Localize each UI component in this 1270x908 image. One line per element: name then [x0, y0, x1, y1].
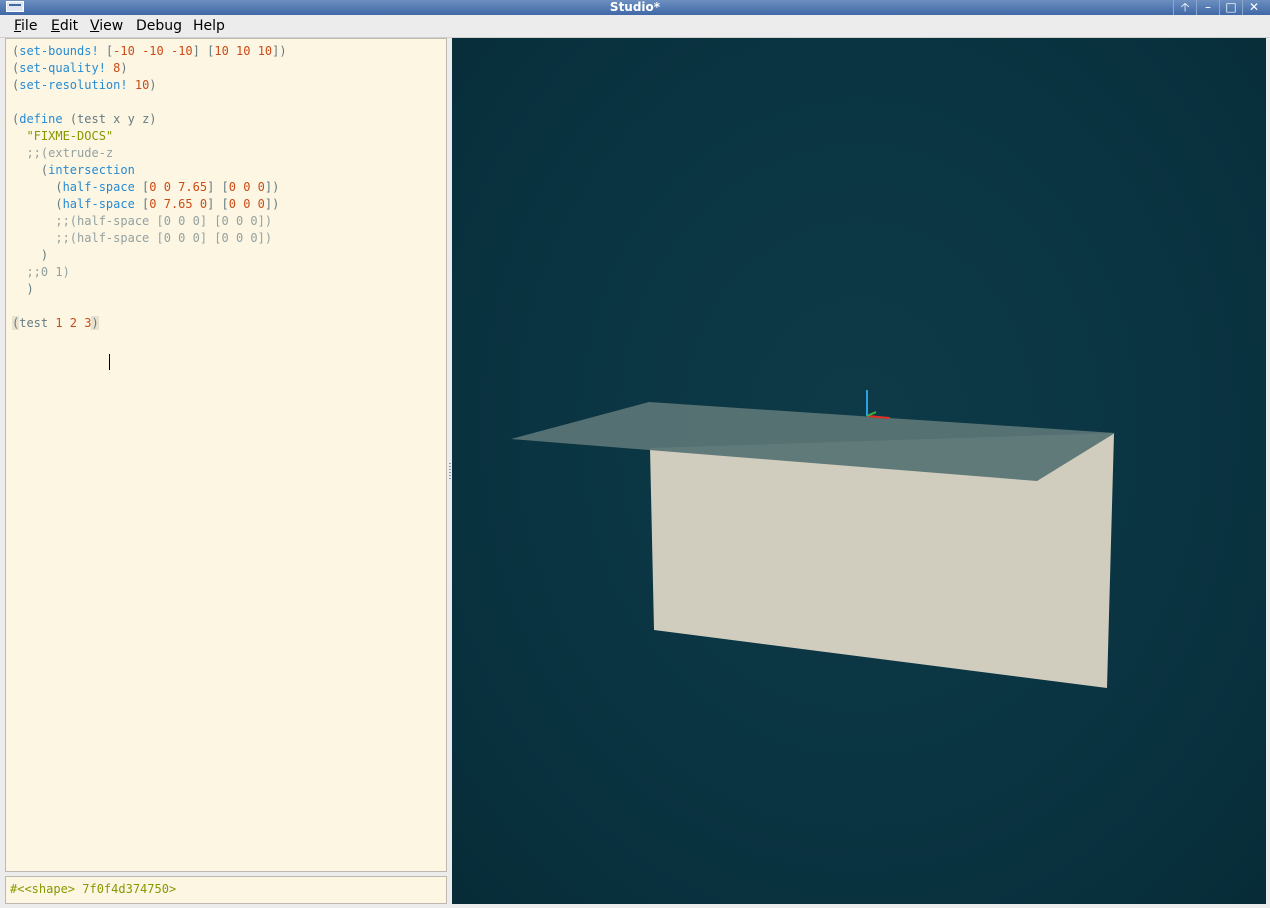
menu-file[interactable]: File: [14, 18, 37, 34]
title-bar: Studio* 🡡 – □ ✕: [0, 0, 1270, 15]
code-line: ;;(extrude-z: [12, 145, 113, 162]
code-line: (set-quality! 8): [12, 60, 128, 77]
code-token: ;;(extrude-z: [26, 146, 114, 160]
code-token: half-space: [62, 180, 135, 194]
code-token: (: [12, 163, 49, 177]
code-token: ]): [264, 180, 280, 194]
code-token: 0 7.65 0: [149, 197, 208, 211]
code-token: 10: [134, 78, 150, 92]
code-line: ): [12, 281, 34, 298]
code-line: (set-bounds! [-10 -10 -10] [10 10 10]): [12, 43, 287, 60]
axes-gizmo: [866, 390, 891, 419]
code-token: ): [149, 78, 157, 92]
code-token: [: [98, 44, 114, 58]
code-token: half-space: [62, 197, 135, 211]
code-token: ): [12, 248, 49, 262]
code-line: ;;(half-space [0 0 0] [0 0 0]): [12, 213, 272, 230]
keep-above-button[interactable]: 🡡: [1173, 0, 1196, 15]
code-token: ] [: [207, 180, 229, 194]
code-token: ;;(half-space [0 0 0] [0 0 0]): [55, 214, 273, 228]
code-token: intersection: [48, 163, 135, 177]
code-token: 0 0 0: [228, 180, 265, 194]
code-token: ]): [264, 197, 280, 211]
menu-edit[interactable]: Edit: [51, 18, 78, 34]
code-line: (half-space [0 7.65 0] [0 0 0]): [12, 196, 279, 213]
text-cursor: [109, 354, 110, 370]
result-output: #<<shape> 7f0f4d374750>: [5, 876, 447, 904]
code-token: (: [12, 180, 63, 194]
code-token: ;;(half-space [0 0 0] [0 0 0]): [55, 231, 273, 245]
code-token: [: [134, 180, 150, 194]
code-token: ]): [272, 44, 287, 58]
close-button[interactable]: ✕: [1242, 0, 1265, 15]
code-token: set-bounds!: [19, 44, 99, 58]
code-token: ] [: [207, 197, 229, 211]
code-line: (half-space [0 0 7.65] [0 0 0]): [12, 179, 279, 196]
code-token: define: [19, 112, 63, 126]
code-token: 1 2 3: [55, 316, 92, 330]
code-token: ;;0 1): [26, 265, 70, 279]
minimize-button[interactable]: –: [1196, 0, 1219, 15]
window-title: Studio*: [609, 0, 661, 14]
menu-help[interactable]: Help: [193, 18, 225, 34]
code-token: set-quality!: [19, 61, 106, 75]
code-line: (set-resolution! 10): [12, 77, 157, 94]
code-token: -10 -10 -10: [113, 44, 193, 58]
code-token: "FIXME-DOCS": [26, 129, 114, 143]
maximize-button[interactable]: □: [1219, 0, 1242, 15]
code-line: (test 1 2 3): [12, 315, 99, 332]
menu-bar: File Edit View Debug Help: [0, 15, 1270, 38]
code-token: set-resolution!: [19, 78, 128, 92]
code-token: test: [19, 316, 56, 330]
code-token: [: [134, 197, 150, 211]
code-token: 0 0 0: [228, 197, 265, 211]
menu-view[interactable]: View: [90, 18, 123, 34]
3d-viewport[interactable]: [452, 38, 1266, 904]
code-line: ): [12, 247, 48, 264]
code-token: (: [12, 197, 63, 211]
code-token: 0 0 7.65: [149, 180, 208, 194]
menu-debug[interactable]: Debug: [136, 18, 182, 34]
code-line: (intersection: [12, 162, 135, 179]
code-editor[interactable]: (set-bounds! [-10 -10 -10] [10 10 10]) (s…: [5, 38, 447, 872]
code-token: 10 10 10: [214, 44, 273, 58]
code-token: ): [12, 282, 34, 296]
code-token: ] [: [192, 44, 215, 58]
code-token: ): [91, 316, 99, 330]
render-canvas: [511, 390, 1115, 688]
code-line: ;;0 1): [12, 264, 70, 281]
code-line: (define (test x y z): [12, 111, 157, 128]
code-token: ): [120, 61, 128, 75]
code-line: ;;(half-space [0 0 0] [0 0 0]): [12, 230, 272, 247]
code-line: "FIXME-DOCS": [12, 128, 113, 145]
code-token: (test x y z): [62, 112, 157, 126]
